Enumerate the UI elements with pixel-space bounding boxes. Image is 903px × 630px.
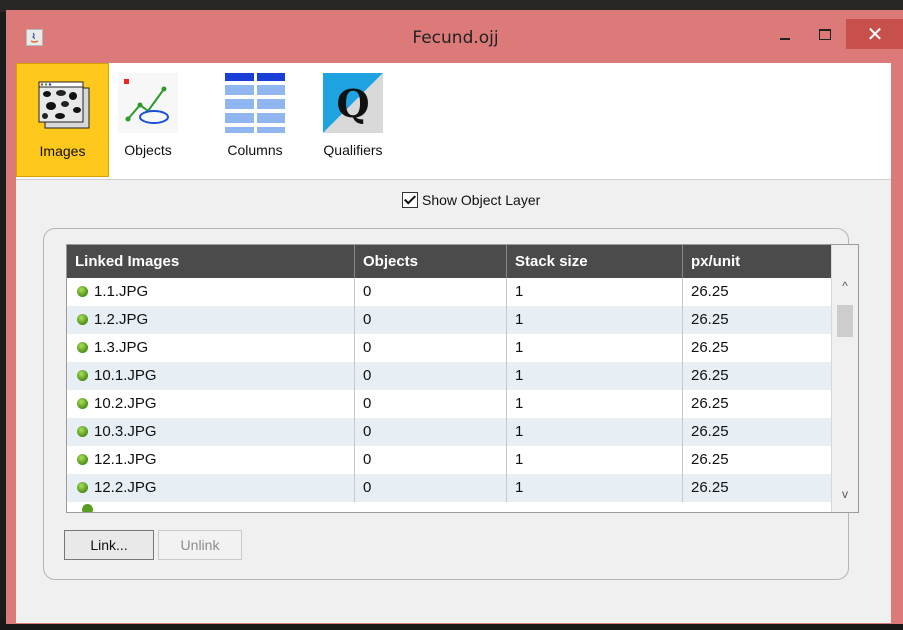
image-name: 12.2.JPG: [94, 479, 157, 496]
image-cell: 10.3.JPG: [67, 418, 355, 446]
image-name: 1.3.JPG: [94, 339, 149, 356]
tool-label-objects: Objects: [124, 142, 172, 158]
column-header-objects[interactable]: Objects: [355, 245, 507, 278]
image-cell: 12.2.JPG: [67, 474, 355, 502]
tool-objects[interactable]: Objects: [113, 63, 183, 177]
app-window: Fecund.ojj ✕ Images Objects Columns Q Qu…: [6, 10, 903, 624]
objects-cell: 0: [355, 446, 507, 474]
table-row[interactable]: 1.3.JPG 0 1 26.25: [67, 334, 831, 362]
scroll-down-arrow-icon[interactable]: v: [832, 483, 858, 505]
window-content: Images Objects Columns Q Qualifiers Show…: [16, 63, 891, 623]
partial-row-status-icon: [82, 504, 93, 512]
toolbar: Images Objects Columns Q Qualifiers: [16, 63, 891, 180]
table-row[interactable]: 1.1.JPG 0 1 26.25: [67, 278, 831, 306]
tool-label-images: Images: [39, 143, 86, 159]
px-unit-cell: 26.25: [691, 423, 729, 440]
objects-icon: [118, 73, 178, 133]
qualifiers-icon: Q: [323, 73, 383, 133]
px-unit-cell: 26.25: [691, 395, 729, 412]
table-row[interactable]: 10.1.JPG 0 1 26.25: [67, 362, 831, 390]
table-row[interactable]: 10.3.JPG 0 1 26.25: [67, 418, 831, 446]
px-unit-cell: 26.25: [691, 339, 729, 356]
status-ok-icon: [77, 482, 88, 493]
px-unit-cell: 26.25: [691, 283, 729, 300]
show-object-layer-checkbox[interactable]: Show Object Layer: [402, 192, 540, 212]
title-bar[interactable]: Fecund.ojj ✕: [6, 10, 903, 62]
stack-size-cell: 1: [507, 334, 683, 362]
image-cell: 1.2.JPG: [67, 306, 355, 334]
stack-size-cell: 1: [507, 278, 683, 306]
objects-cell: 0: [355, 334, 507, 362]
px-unit-cell: 26.25: [691, 451, 729, 468]
objects-cell: 0: [355, 306, 507, 334]
tool-qualifiers[interactable]: Q Qualifiers: [313, 63, 393, 177]
columns-icon: [225, 73, 285, 133]
image-cell: 10.2.JPG: [67, 390, 355, 418]
image-name: 1.1.JPG: [94, 283, 149, 300]
table-row[interactable]: 12.2.JPG 0 1 26.25: [67, 474, 831, 502]
maximize-button[interactable]: [812, 20, 838, 46]
linked-images-table: Linked Images Objects Stack size px/unit…: [66, 244, 859, 513]
tool-images[interactable]: Images: [16, 63, 109, 177]
image-name: 10.1.JPG: [94, 367, 157, 384]
show-object-layer-label: Show Object Layer: [422, 192, 541, 208]
vertical-scrollbar[interactable]: ^ v: [831, 245, 858, 512]
image-cell: 1.3.JPG: [67, 334, 355, 362]
status-ok-icon: [77, 342, 88, 353]
image-name: 10.2.JPG: [94, 395, 157, 412]
checkbox-checked-icon[interactable]: [402, 192, 418, 208]
qualifier-glyph: Q: [336, 81, 369, 126]
status-ok-icon: [77, 314, 88, 325]
image-name: 12.1.JPG: [94, 451, 157, 468]
px-unit-cell: 26.25: [691, 479, 729, 496]
link-button[interactable]: Link...: [64, 530, 154, 560]
column-header-px-unit[interactable]: px/unit: [683, 245, 831, 278]
objects-cell: 0: [355, 474, 507, 502]
stack-size-cell: 1: [507, 474, 683, 502]
tool-label-qualifiers: Qualifiers: [323, 142, 383, 158]
column-header-linked-images[interactable]: Linked Images: [67, 245, 355, 278]
tool-columns[interactable]: Columns: [219, 63, 291, 177]
objects-cell: 0: [355, 278, 507, 306]
stack-size-cell: 1: [507, 306, 683, 334]
image-cell: 12.1.JPG: [67, 446, 355, 474]
scroll-up-arrow-icon[interactable]: ^: [832, 275, 858, 297]
objects-cell: 0: [355, 418, 507, 446]
stack-size-cell: 1: [507, 446, 683, 474]
table-row[interactable]: 1.2.JPG 0 1 26.25: [67, 306, 831, 334]
table-row[interactable]: 10.2.JPG 0 1 26.25: [67, 390, 831, 418]
window-title: Fecund.ojj: [412, 28, 499, 48]
unlink-button: Unlink: [158, 530, 242, 560]
objects-cell: 0: [355, 390, 507, 418]
tool-label-columns: Columns: [227, 142, 283, 158]
table-row[interactable]: 12.1.JPG 0 1 26.25: [67, 446, 831, 474]
table-header: Linked Images Objects Stack size px/unit: [67, 245, 831, 278]
images-icon: [33, 74, 93, 134]
objects-cell: 0: [355, 362, 507, 390]
image-name: 1.2.JPG: [94, 311, 149, 328]
stack-size-cell: 1: [507, 390, 683, 418]
stack-size-cell: 1: [507, 418, 683, 446]
px-unit-cell: 26.25: [691, 311, 729, 328]
column-header-stack-size[interactable]: Stack size: [507, 245, 683, 278]
status-ok-icon: [77, 426, 88, 437]
status-ok-icon: [77, 398, 88, 409]
scroll-thumb[interactable]: [837, 305, 853, 337]
image-name: 10.3.JPG: [94, 423, 157, 440]
status-ok-icon: [77, 370, 88, 381]
status-ok-icon: [77, 454, 88, 465]
px-unit-cell: 26.25: [691, 367, 729, 384]
status-ok-icon: [77, 286, 88, 297]
stack-size-cell: 1: [507, 362, 683, 390]
image-cell: 10.1.JPG: [67, 362, 355, 390]
minimize-button[interactable]: [772, 20, 798, 46]
close-button[interactable]: ✕: [846, 19, 903, 49]
image-cell: 1.1.JPG: [67, 278, 355, 306]
